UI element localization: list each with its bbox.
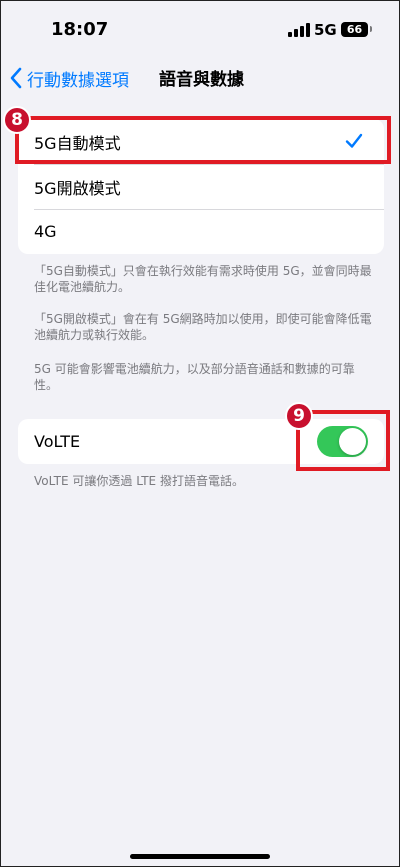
chevron-left-icon xyxy=(10,67,22,89)
network-type: 5G xyxy=(314,21,337,39)
list-item-label: 5G開啟模式 xyxy=(34,178,121,198)
note-5g-on: 「5G開啟模式」會在有 5G網路時加以使用，即使可能會降低電池續航力或執行效能。 xyxy=(34,312,372,342)
battery-icon: 66 xyxy=(341,22,368,37)
note-volte: VoLTE 可讓你透過 LTE 撥打語音電話。 xyxy=(34,474,244,488)
volte-label: VoLTE xyxy=(34,432,81,451)
list-item-5g-on[interactable]: 5G開啟模式 xyxy=(18,164,384,209)
note-battery: 5G 可能會影響電池續航力，以及部分語音通話和數據的可靠性。 xyxy=(34,362,355,392)
phone-screen: 18:07 5G 66 行動數據選項 語音與數據 5G自動模式 5G開啟模式 4 xyxy=(0,0,400,867)
home-indicator[interactable] xyxy=(130,854,270,859)
status-time: 18:07 xyxy=(51,19,109,40)
back-button-label: 行動數據選項 xyxy=(27,70,129,91)
page-title: 語音與數據 xyxy=(159,70,244,90)
signal-icon xyxy=(288,23,310,37)
list-item-label: 4G xyxy=(34,222,57,241)
highlight-box-5g-auto xyxy=(15,116,391,164)
battery-cap xyxy=(370,26,372,32)
step-badge-9: 9 xyxy=(285,402,313,430)
status-bar: 18:07 5G 66 xyxy=(1,1,399,57)
note-5g-auto: 「5G自動模式」只會在執行效能有需求時使用 5G，並會同時最佳化電池續航力。 xyxy=(34,264,372,294)
list-item-4g[interactable]: 4G xyxy=(18,209,384,254)
step-badge-8: 8 xyxy=(3,106,31,134)
back-button[interactable]: 行動數據選項 xyxy=(9,63,129,93)
